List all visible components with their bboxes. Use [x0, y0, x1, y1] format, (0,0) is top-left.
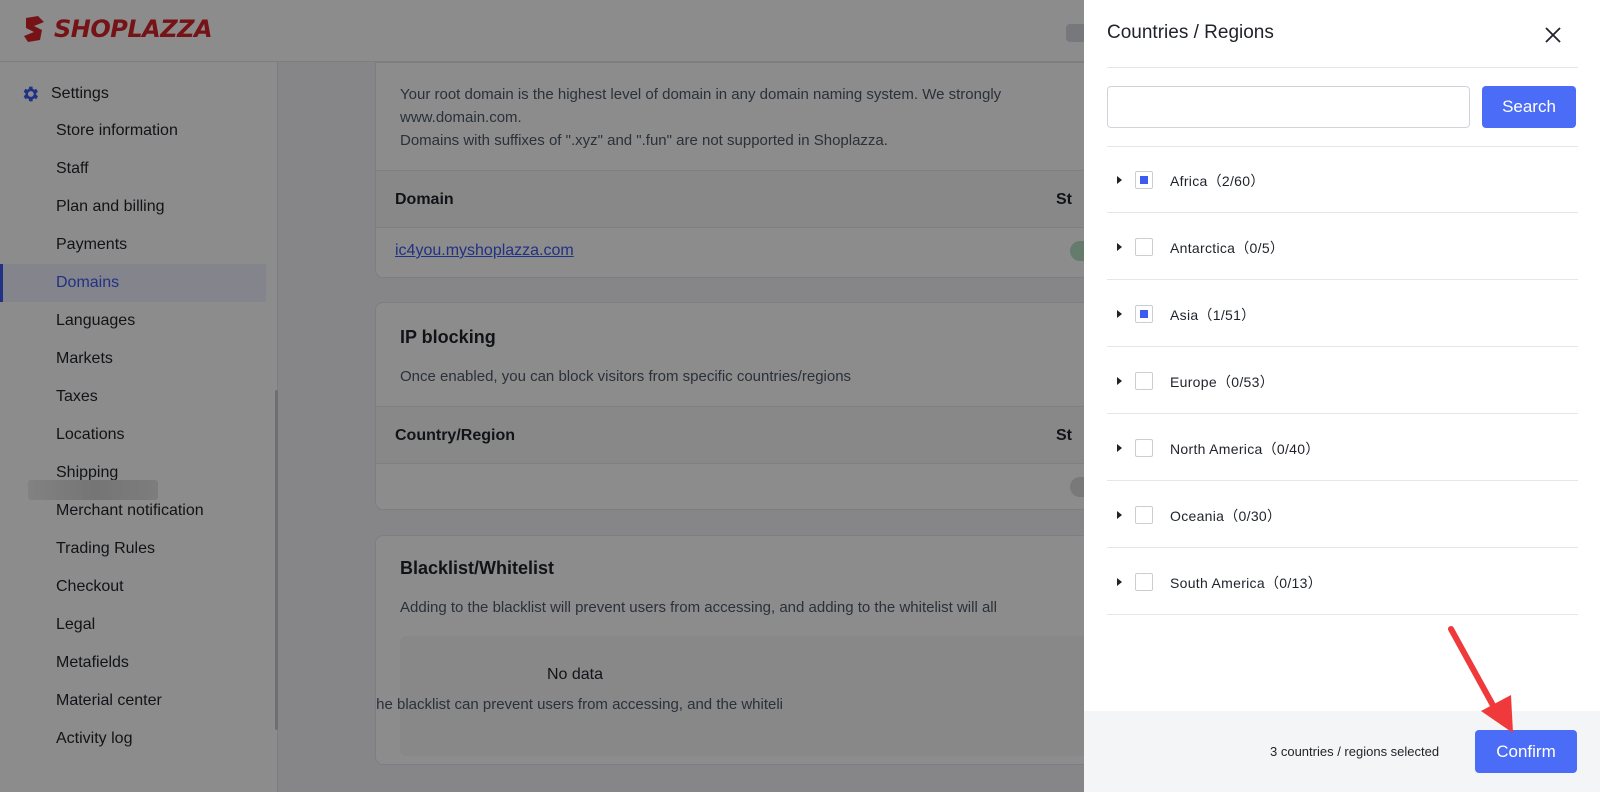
caret-right-icon[interactable] [1117, 243, 1122, 251]
region-row-antarctica: Antarctica（0/5） [1107, 213, 1578, 280]
search-input[interactable] [1107, 86, 1470, 128]
region-row-north-america: North America（0/40） [1107, 414, 1578, 481]
region-row-oceania: Oceania（0/30） [1107, 481, 1578, 548]
region-list: Africa（2/60） Antarctica（0/5） Asia（1/51） … [1107, 146, 1578, 615]
caret-right-icon[interactable] [1117, 444, 1122, 452]
drawer-title: Countries / Regions [1107, 22, 1274, 43]
region-label: North America（0/40） [1170, 441, 1320, 457]
close-icon[interactable] [1542, 24, 1564, 46]
region-checkbox[interactable] [1135, 439, 1153, 457]
caret-right-icon[interactable] [1117, 377, 1122, 385]
caret-right-icon[interactable] [1117, 176, 1122, 184]
caret-right-icon[interactable] [1117, 578, 1122, 586]
region-checkbox[interactable] [1135, 305, 1153, 323]
region-checkbox[interactable] [1135, 171, 1153, 189]
region-row-asia: Asia（1/51） [1107, 280, 1578, 347]
arrow-annotation-icon [1448, 626, 1513, 733]
region-row-south-america: South America（0/13） [1107, 548, 1578, 615]
region-checkbox[interactable] [1135, 372, 1153, 390]
caret-right-icon[interactable] [1117, 511, 1122, 519]
drawer-divider [1107, 67, 1578, 68]
selected-count: 3 countries / regions selected [1270, 744, 1440, 759]
region-label: Europe（0/53） [1170, 374, 1274, 390]
region-checkbox[interactable] [1135, 238, 1153, 256]
region-label: South America（0/13） [1170, 575, 1322, 591]
caret-right-icon[interactable] [1117, 310, 1122, 318]
region-checkbox[interactable] [1135, 506, 1153, 524]
region-row-europe: Europe（0/53） [1107, 347, 1578, 414]
region-checkbox[interactable] [1135, 573, 1153, 591]
region-label: Oceania（0/30） [1170, 508, 1282, 524]
region-label: Asia（1/51） [1170, 307, 1256, 323]
modal-overlay[interactable] [0, 0, 1084, 792]
search-button[interactable]: Search [1482, 86, 1576, 128]
region-row-africa: Africa（2/60） [1107, 146, 1578, 213]
region-label: Africa（2/60） [1170, 173, 1265, 189]
region-label: Antarctica（0/5） [1170, 240, 1285, 256]
